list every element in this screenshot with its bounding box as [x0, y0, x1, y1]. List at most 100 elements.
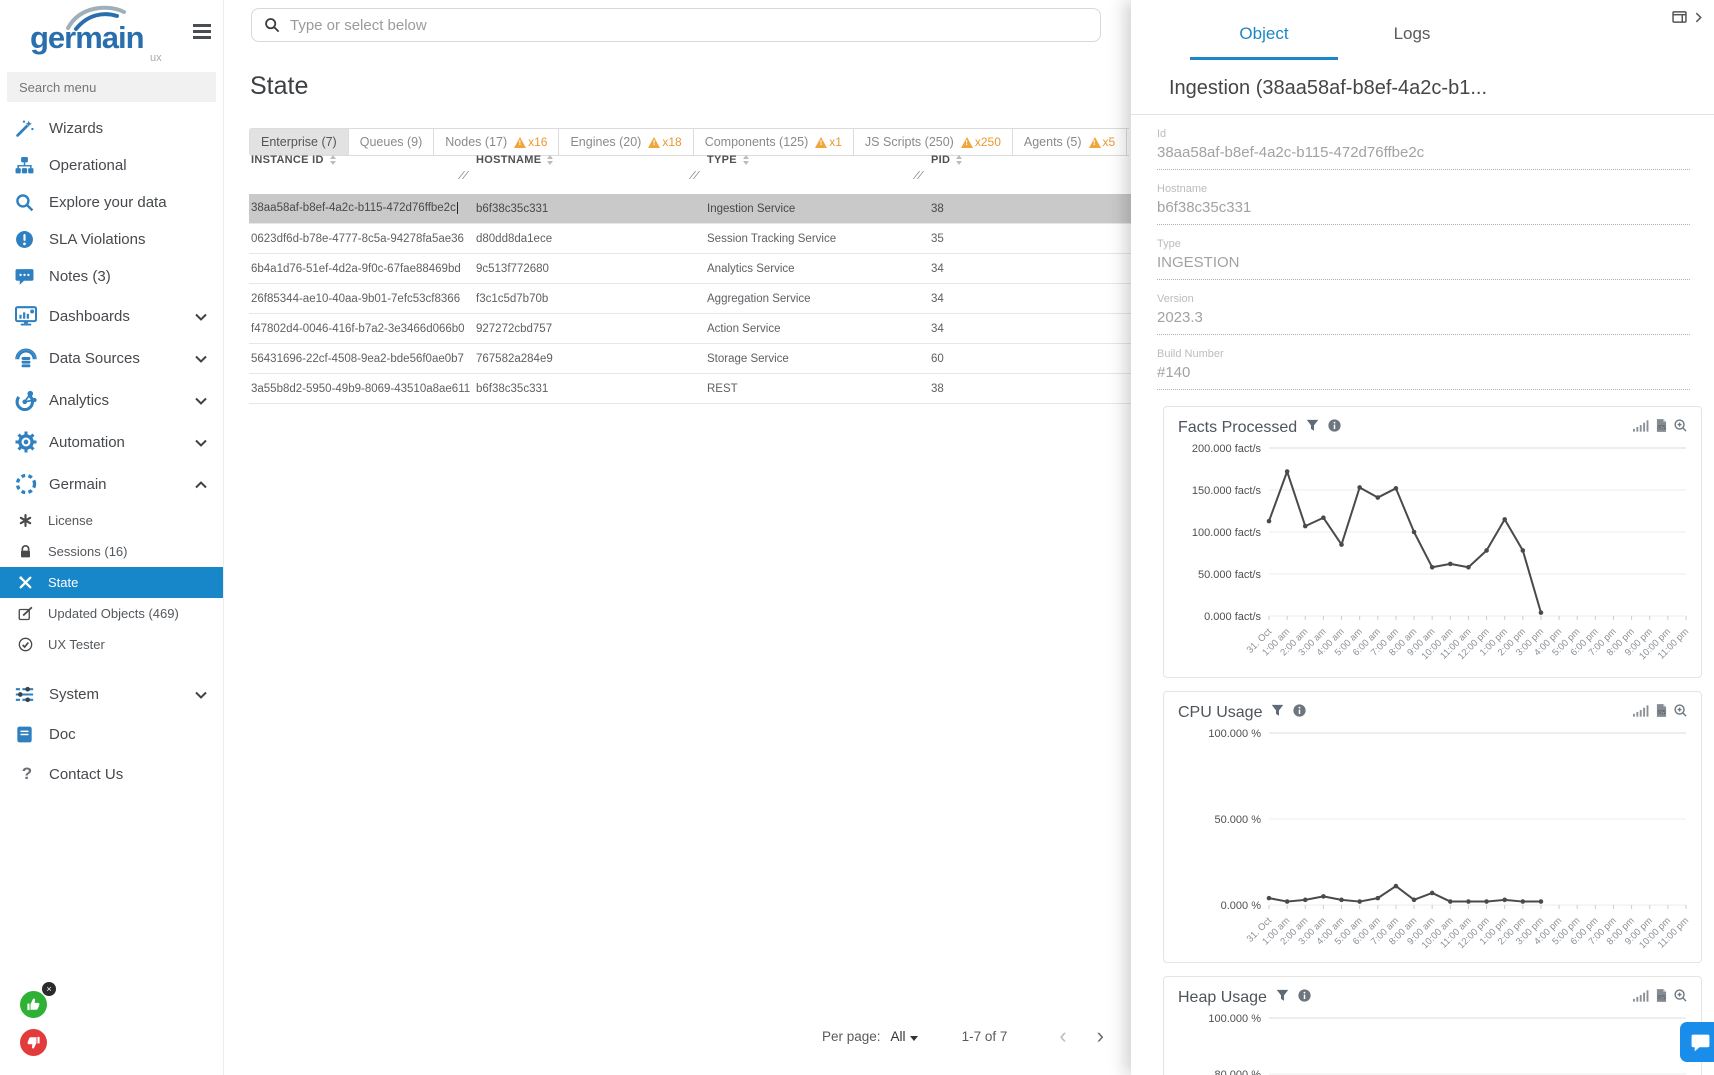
chart-plot: 100.000 %50.000 %0.000 %31. Oct1:00 am2:…	[1164, 725, 1701, 955]
sidebar-item-label: Sessions (16)	[48, 544, 127, 559]
bar-chart-icon[interactable]	[1633, 704, 1649, 722]
csv-export-icon[interactable]: CSV	[1656, 704, 1667, 722]
table-row[interactable]: 38aa58af-b8ef-4a2c-b115-472d76ffbe2cb6f3…	[249, 194, 1131, 224]
sidebar-item-analytics[interactable]: Analytics	[0, 379, 223, 421]
column-header-hostname[interactable]: HOSTNAME	[474, 146, 705, 182]
panel-tab-logs[interactable]: Logs	[1338, 24, 1486, 60]
sidebar-item-automation[interactable]: Automation	[0, 421, 223, 463]
comment-icon	[15, 267, 39, 287]
zoom-in-icon[interactable]	[1674, 704, 1687, 722]
sort-icon[interactable]	[330, 155, 336, 165]
sidebar-item-ux-tester[interactable]: UX Tester	[0, 629, 223, 660]
column-resize-handle[interactable]	[689, 171, 701, 179]
table-row[interactable]: 3a55b8d2-5950-49b9-8069-43510a8ae611b6f3…	[249, 374, 1131, 404]
table-header: INSTANCE IDHOSTNAMETYPE PID	[249, 146, 1131, 182]
svg-text:100.000 %: 100.000 %	[1208, 728, 1261, 740]
table-row[interactable]: 26f85344-ae10-40aa-9b01-7efc53cf8366f3c1…	[249, 284, 1131, 314]
field-label: Build Number	[1157, 348, 1690, 360]
sidebar-item-germain[interactable]: Germain	[0, 463, 223, 505]
next-page-button[interactable]: ›	[1097, 1026, 1104, 1046]
sidebar-item-sla-violations[interactable]: SLA Violations	[0, 221, 223, 258]
sidebar-item-license[interactable]: License	[0, 505, 223, 536]
column-header-type[interactable]: TYPE	[705, 146, 929, 182]
search-input[interactable]	[290, 17, 1088, 34]
sidebar-item-label: Operational	[49, 157, 127, 174]
chevron-down-icon	[910, 1036, 918, 1041]
sidebar-item-wizards[interactable]: Wizards	[0, 110, 223, 147]
panel-tab-object[interactable]: Object	[1190, 24, 1338, 60]
svg-text:100.000 %: 100.000 %	[1208, 1013, 1261, 1025]
column-resize-handle[interactable]	[458, 171, 470, 179]
dashed-circle-icon	[15, 474, 39, 494]
sidebar-item-notes[interactable]: Notes (3)	[0, 258, 223, 295]
column-header-pid[interactable]: PID	[929, 146, 1131, 182]
bar-chart-icon[interactable]	[1633, 989, 1649, 1007]
sidebar-item-dashboards[interactable]: Dashboards	[0, 295, 223, 337]
csv-export-icon[interactable]: CSV	[1656, 419, 1667, 437]
filter-icon[interactable]	[1276, 989, 1289, 1007]
filter-icon[interactable]	[1306, 419, 1319, 437]
column-header-instance-id[interactable]: INSTANCE ID	[249, 146, 474, 182]
cell: 38	[929, 383, 1131, 395]
sidebar-item-label: Analytics	[49, 392, 109, 409]
cell: Ingestion Service	[705, 203, 929, 215]
sitemap-icon	[15, 156, 39, 176]
sort-icon[interactable]	[743, 155, 749, 165]
sidebar-item-data-sources[interactable]: Data Sources	[0, 337, 223, 379]
question-icon: ?	[15, 764, 39, 784]
column-resize-handle[interactable]	[913, 171, 925, 179]
sidebar-item-label: License	[48, 513, 93, 528]
chart-cards: Facts ProcessedCSV200.000 fact/s150.000 …	[1131, 406, 1714, 1075]
sidebar-item-doc[interactable]: Doc	[0, 714, 223, 754]
per-page-select[interactable]: All	[891, 1029, 918, 1044]
column-label: TYPE	[707, 154, 737, 166]
cell: 56431696-22cf-4508-9ea2-bde56f0ae0b7	[249, 353, 474, 365]
thumbs-down-icon	[26, 1035, 41, 1050]
chevron-down-icon	[195, 686, 207, 703]
window-layout-icon[interactable]	[1672, 10, 1687, 28]
table-row[interactable]: 56431696-22cf-4508-9ea2-bde56f0ae0b77675…	[249, 344, 1131, 374]
chart-actions: CSV	[1633, 419, 1687, 437]
sidebar-menu: Wizards Operational Explore your data SLA V…	[0, 110, 223, 505]
table-row[interactable]: 6b4a1d76-51ef-4d2a-9f0c-67fae88469bd9c51…	[249, 254, 1131, 284]
sidebar-item-explore-your-data[interactable]: Explore your data	[0, 184, 223, 221]
close-icon[interactable]: ×	[42, 982, 56, 996]
sidebar-search-input[interactable]	[7, 72, 216, 102]
info-icon[interactable]	[1328, 419, 1341, 437]
collapse-right-icon[interactable]	[1695, 10, 1702, 28]
sort-icon[interactable]	[547, 155, 553, 165]
sidebar-item-label: SLA Violations	[49, 231, 145, 248]
field-label: Hostname	[1157, 183, 1690, 195]
table-row[interactable]: f47802d4-0046-416f-b7a2-3e3466d066b09272…	[249, 314, 1131, 344]
sidebar-item-state[interactable]: State	[0, 567, 223, 598]
sidebar-item-sessions[interactable]: Sessions (16)	[0, 536, 223, 567]
table-row[interactable]: 0623df6d-b78e-4777-8c5a-94278fa5ae36d80d…	[249, 224, 1131, 254]
csv-export-icon[interactable]: CSV	[1656, 989, 1667, 1007]
zoom-in-icon[interactable]	[1674, 989, 1687, 1007]
global-search-bar[interactable]	[251, 8, 1101, 42]
info-icon[interactable]	[1298, 989, 1311, 1007]
sort-icon[interactable]	[956, 155, 962, 165]
thumbs-down-button[interactable]	[20, 1029, 47, 1056]
filter-icon[interactable]	[1271, 704, 1284, 722]
cell: 6b4a1d76-51ef-4d2a-9f0c-67fae88469bd	[249, 263, 474, 275]
svg-text:CSV: CSV	[1658, 995, 1665, 999]
hamburger-menu-icon[interactable]	[193, 24, 211, 42]
cell: d80dd8da1ece	[474, 233, 705, 245]
info-icon[interactable]	[1293, 704, 1306, 722]
field-version: Version2023.3	[1157, 293, 1690, 335]
table-body: 38aa58af-b8ef-4a2c-b115-472d76ffbe2cb6f3…	[249, 194, 1131, 404]
prev-page-button[interactable]: ‹	[1059, 1026, 1066, 1046]
bar-chart-icon[interactable]	[1633, 419, 1649, 437]
thumbs-up-button[interactable]	[20, 991, 47, 1018]
sidebar-item-updated-objects[interactable]: Updated Objects (469)	[0, 598, 223, 629]
chat-button[interactable]	[1680, 1022, 1714, 1062]
sidebar-item-operational[interactable]: Operational	[0, 147, 223, 184]
main-content: State Enterprise (7)Queues (9)Nodes (17)…	[224, 0, 1131, 1075]
sidebar-item-contact-us[interactable]: ? Contact Us	[0, 754, 223, 794]
sidebar-item-system[interactable]: System	[0, 674, 223, 714]
sidebar-item-label: Contact Us	[49, 766, 123, 783]
zoom-in-icon[interactable]	[1674, 419, 1687, 437]
detail-panel: ObjectLogs Ingestion (38aa58af-b8ef-4a2c…	[1131, 0, 1714, 1075]
edit-icon	[18, 606, 40, 622]
